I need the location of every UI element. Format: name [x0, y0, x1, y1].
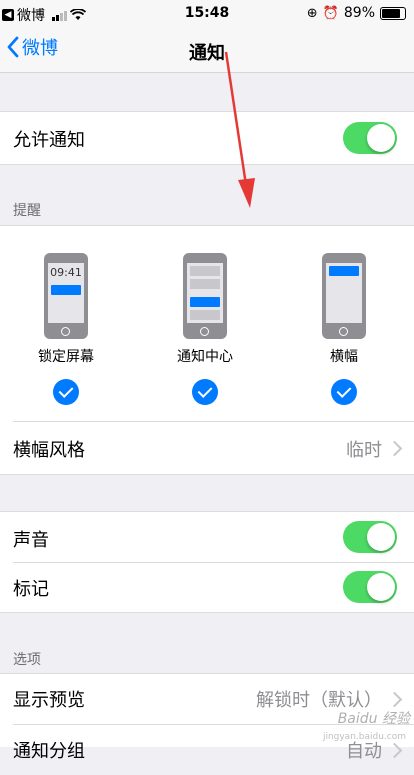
banner-style-value: 临时	[346, 440, 382, 461]
battery-percent: 89%	[343, 5, 375, 21]
page-title: 通知	[189, 43, 225, 64]
row-separator	[13, 562, 414, 563]
banners-checkmark-icon[interactable]	[331, 379, 357, 405]
phone-screen	[326, 263, 362, 323]
banner-style-label: 横幅风格	[13, 440, 85, 461]
notification-bar	[51, 285, 81, 295]
status-right: ⊕ ⏰ 89%	[307, 5, 406, 21]
home-button-icon	[200, 327, 209, 336]
notification-bar	[190, 297, 220, 307]
home-button-icon	[61, 327, 70, 336]
alerts-section-header: 提醒	[13, 203, 41, 219]
phone-screen: 09:41	[48, 263, 84, 323]
alarm-icon: ⏰	[322, 5, 339, 21]
orientation-lock-icon: ⊕	[306, 5, 318, 21]
watermark-logo: Baidu 经验	[337, 711, 410, 727]
badges-label: 标记	[13, 579, 49, 600]
chevron-right-icon	[386, 440, 403, 457]
chevron-right-icon	[386, 742, 403, 759]
list-bar	[190, 279, 220, 289]
list-bar	[190, 266, 220, 276]
options-section-header: 选项	[13, 652, 41, 668]
badges-toggle[interactable]	[343, 571, 397, 603]
battery-fill	[382, 8, 400, 18]
allow-notifications-toggle[interactable]	[343, 122, 397, 154]
sounds-label: 声音	[13, 530, 49, 551]
style-label-notification-center: 通知中心	[177, 349, 233, 365]
notification-bar	[329, 266, 359, 276]
battery-icon	[380, 6, 406, 20]
toggle-knob	[367, 124, 395, 152]
show-previews-label: 显示预览	[13, 690, 85, 711]
style-label-banners: 横幅	[330, 349, 358, 365]
phone-screen	[187, 263, 223, 323]
lock-screen-preview[interactable]: 09:41	[44, 253, 88, 339]
sounds-badges-group: 声音 标记	[0, 511, 414, 613]
sounds-toggle[interactable]	[343, 521, 397, 553]
navigation-bar: 微博 通知	[0, 28, 414, 73]
home-button-icon	[339, 327, 348, 336]
list-bar	[190, 310, 220, 320]
chevron-right-icon	[386, 691, 403, 708]
style-label-lock-screen: 锁定屏幕	[38, 349, 94, 365]
toggle-knob	[367, 573, 395, 601]
allow-notifications-row: 允许通知	[0, 111, 414, 165]
notification-center-preview[interactable]	[183, 253, 227, 339]
lock-screen-checkmark-icon[interactable]	[53, 379, 79, 405]
alert-styles-panel: 09:41 锁定屏幕 通知中心 横幅	[0, 225, 414, 422]
toggle-knob	[367, 523, 395, 551]
lock-screen-time: 09:41	[50, 266, 82, 279]
status-bar: ◀ 微博 15:48 ⊕ ⏰ 89%	[0, 0, 414, 28]
watermark-url: jingyan.baidu.com	[322, 732, 406, 742]
banner-style-row[interactable]: 横幅风格 临时	[0, 422, 414, 475]
allow-notifications-label: 允许通知	[13, 130, 85, 151]
notification-center-checkmark-icon[interactable]	[192, 379, 218, 405]
banners-preview[interactable]	[322, 253, 366, 339]
notification-grouping-label: 通知分组	[13, 741, 85, 762]
